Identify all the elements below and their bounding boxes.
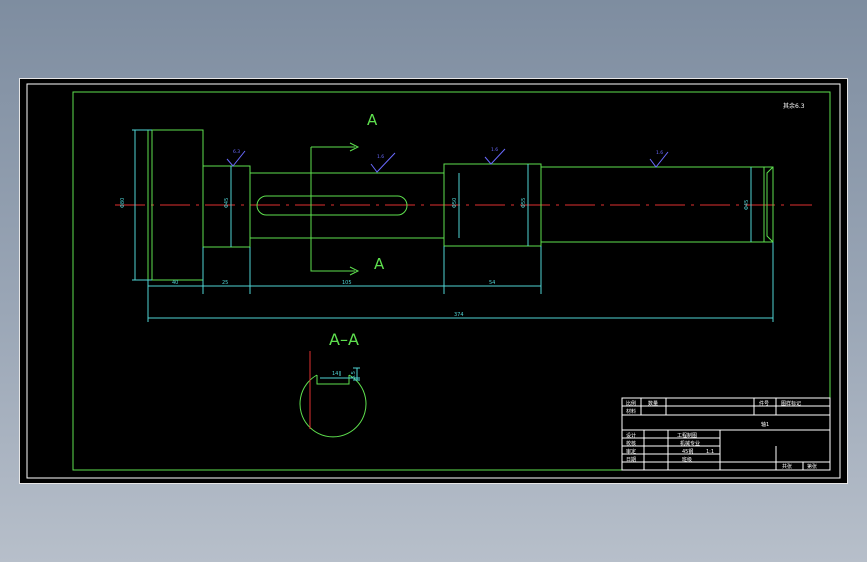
title-block: [621, 397, 831, 471]
dim-dia-2: Φ45: [224, 198, 230, 208]
roughness-value-3: 1.6: [491, 147, 498, 153]
tb-header-right-2: 图样标记: [781, 400, 801, 407]
drawing-sheet: A A A–A Φ80 Φ45 Φ50 Φ55 Φ45 40 25 105 54…: [20, 79, 847, 483]
dim-segment-3: 105: [342, 280, 352, 286]
inner-frame: [72, 91, 831, 471]
dim-keyway-width: 14: [332, 371, 338, 377]
roughness-value-2: 1.6: [377, 154, 384, 160]
dim-segment-1: 40: [172, 280, 178, 286]
tb-info-1: 工程制图: [677, 432, 697, 439]
roughness-values: 6.3 1.6 1.6 1.6: [233, 147, 663, 160]
tb-info-3: 45钢: [682, 448, 693, 455]
tb-footer-1: 共张: [782, 463, 792, 470]
title-block-border: [621, 397, 831, 471]
dim-head-diameter: Φ80: [120, 198, 126, 208]
tb-row-label: 材料: [626, 408, 636, 415]
title-block-texts: 比例 数量 件号 图样标记 材料 轴1 设计 校核 审定 日期 工程制图 机械专…: [626, 400, 817, 470]
title-block-columns: [640, 398, 804, 470]
title-block-rows: [622, 405, 830, 463]
outer-border: [26, 83, 841, 479]
dim-dia-4: Φ55: [521, 198, 527, 208]
section-letter-top: A: [367, 111, 378, 129]
section-title: A–A: [329, 330, 359, 349]
dim-segment-2: 25: [222, 280, 228, 286]
section-arrows: [349, 142, 360, 276]
tb-info-2: 机械专业: [680, 440, 700, 447]
roughness-value-4: 1.6: [656, 150, 663, 156]
dim-overall-length: 374: [454, 312, 464, 318]
roughness-note: 其余6.3: [783, 102, 805, 110]
shaft-drawing: A A A–A Φ80 Φ45 Φ50 Φ55 Φ45 40 25 105 54…: [26, 83, 841, 479]
section-cut-line: [310, 146, 355, 272]
dim-overall-line: [147, 242, 774, 322]
shaft-outline: [147, 129, 774, 438]
roughness-symbols: [226, 148, 669, 173]
tb-label-approve: 审定: [626, 448, 636, 455]
tb-part-name: 轴1: [761, 421, 769, 428]
tb-label-design: 设计: [626, 432, 636, 439]
dimension-texts: Φ80 Φ45 Φ50 Φ55 Φ45 40 25 105 54 374 14 …: [120, 198, 750, 379]
tb-info-5: 班级: [682, 456, 692, 463]
dim-dia-3: Φ50: [452, 198, 458, 208]
dim-end-diameter: Φ45: [744, 200, 750, 210]
tb-footer-2: 第张: [807, 463, 817, 470]
dim-extension-lines: [147, 246, 542, 294]
tb-header-right-1: 件号: [759, 400, 769, 407]
section-letter-bottom: A: [374, 255, 385, 273]
dim-segment-4: 54: [489, 280, 495, 286]
tb-label-date: 日期: [626, 457, 636, 463]
tb-header-left-1: 比例: [626, 400, 636, 407]
tb-info-4: 1:1: [706, 449, 714, 455]
tb-label-check: 校核: [626, 440, 636, 447]
roughness-value-1: 6.3: [233, 149, 240, 155]
tb-header-left-2: 数量: [648, 400, 658, 407]
dim-keyway-depth: 5.5: [351, 371, 357, 379]
